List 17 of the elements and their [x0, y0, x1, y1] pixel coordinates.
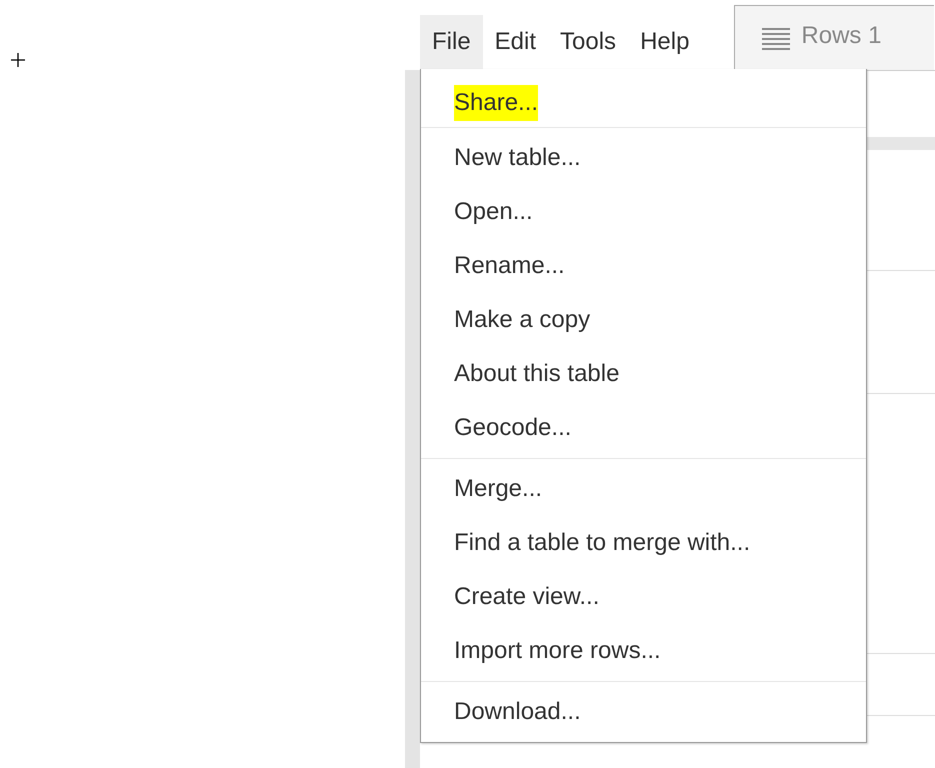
- crosshair-icon: [11, 53, 25, 67]
- menu-item[interactable]: Edit: [482, 15, 548, 70]
- menu-option[interactable]: About this table: [454, 356, 620, 392]
- menu-option[interactable]: Geocode...: [454, 410, 572, 446]
- menu-option[interactable]: Make a copy: [454, 302, 590, 338]
- menu-option[interactable]: Open...: [454, 194, 533, 230]
- menu-item[interactable]: File: [420, 15, 483, 70]
- menu-option[interactable]: Rename...: [454, 248, 565, 284]
- menu-option[interactable]: Download...: [454, 694, 581, 730]
- menu-option[interactable]: Find a table to merge with...: [454, 525, 750, 561]
- menu-option[interactable]: Create view...: [454, 579, 600, 615]
- menu-option[interactable]: Merge...: [454, 471, 542, 507]
- menu-option[interactable]: Import more rows...: [454, 633, 661, 669]
- menu-item[interactable]: Help: [628, 15, 702, 70]
- menu-option[interactable]: Share...: [454, 85, 538, 121]
- menu-item[interactable]: Tools: [548, 15, 628, 70]
- menu-option[interactable]: New table...: [454, 140, 581, 176]
